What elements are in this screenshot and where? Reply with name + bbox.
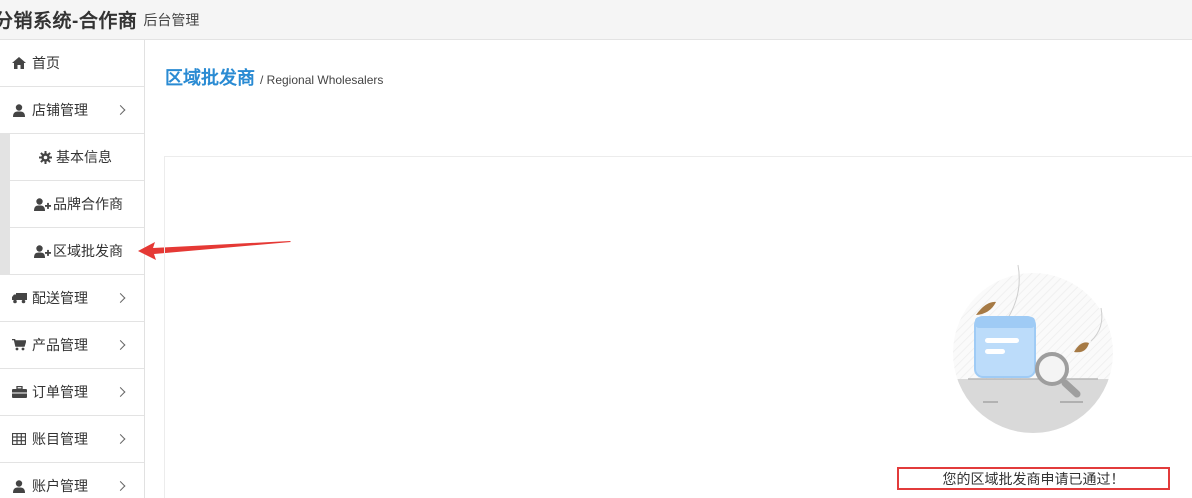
sidebar-subitem-regional-wholesaler[interactable]: 区域批发商 <box>10 228 144 275</box>
sidebar-item-label: 账户管理 <box>32 478 88 494</box>
sidebar-item-account[interactable]: 账户管理 <box>0 463 144 498</box>
gear-icon <box>36 150 54 164</box>
sidebar-item-label: 账目管理 <box>32 431 88 447</box>
chevron-right-icon <box>115 387 126 397</box>
chevron-right-icon <box>115 293 126 303</box>
sidebar-subitem-basic-info[interactable]: 基本信息 <box>10 134 144 181</box>
chevron-right-icon <box>115 105 126 115</box>
document-search-illustration <box>953 264 1113 433</box>
chevron-right-icon <box>115 340 126 350</box>
user-plus-icon <box>33 197 51 211</box>
home-icon <box>11 56 27 70</box>
briefcase-icon <box>11 385 27 399</box>
sidebar-item-delivery[interactable]: 配送管理 <box>0 275 144 322</box>
sidebar-item-label: 店铺管理 <box>32 102 88 118</box>
brand-subtitle: 后台管理 <box>143 11 200 28</box>
sidebar-subitem-brand-partner[interactable]: 品牌合作商 <box>10 181 144 228</box>
page-header: 区域批发商 / Regional Wholesalers <box>165 64 383 90</box>
user-plus-icon <box>33 244 51 258</box>
user-icon <box>11 103 27 117</box>
sidebar-item-label: 首页 <box>32 55 60 71</box>
truck-icon <box>11 291 27 305</box>
sidebar-item-accounts-ledger[interactable]: 账目管理 <box>0 416 144 463</box>
chevron-right-icon <box>115 481 126 491</box>
sidebar-item-label: 配送管理 <box>32 290 88 306</box>
approval-status-message: 您的区域批发商申请已通过！ <box>897 467 1170 490</box>
sidebar-item-products[interactable]: 产品管理 <box>0 322 144 369</box>
sidebar-item-orders[interactable]: 订单管理 <box>0 369 144 416</box>
sidebar-item-label: 订单管理 <box>32 384 88 400</box>
page-title: 区域批发商 <box>165 68 255 88</box>
status-text: 您的区域批发商申请已通过！ <box>942 470 1125 487</box>
top-bar: 分销系统-合作商 后台管理 <box>0 0 1192 40</box>
sidebar-subitem-label: 区域批发商 <box>53 243 123 259</box>
chevron-right-icon <box>115 434 126 444</box>
sidebar: 首页 店铺管理 基本信息 品牌合作商 区域批发商 配送管理 产品管理 订单管理 … <box>0 40 145 498</box>
sidebar-item-home[interactable]: 首页 <box>0 40 144 87</box>
sidebar-subitem-label: 品牌合作商 <box>53 196 123 212</box>
cart-icon <box>11 338 27 352</box>
page-subtitle: / Regional Wholesalers <box>260 73 384 87</box>
table-icon <box>11 432 27 446</box>
submenu-store: 基本信息 品牌合作商 区域批发商 <box>0 134 144 275</box>
brand-title: 分销系统-合作商 <box>0 11 138 32</box>
sidebar-item-label: 产品管理 <box>32 337 88 353</box>
user-icon <box>11 479 27 493</box>
sidebar-subitem-label: 基本信息 <box>56 149 112 165</box>
sidebar-item-store[interactable]: 店铺管理 <box>0 87 144 134</box>
